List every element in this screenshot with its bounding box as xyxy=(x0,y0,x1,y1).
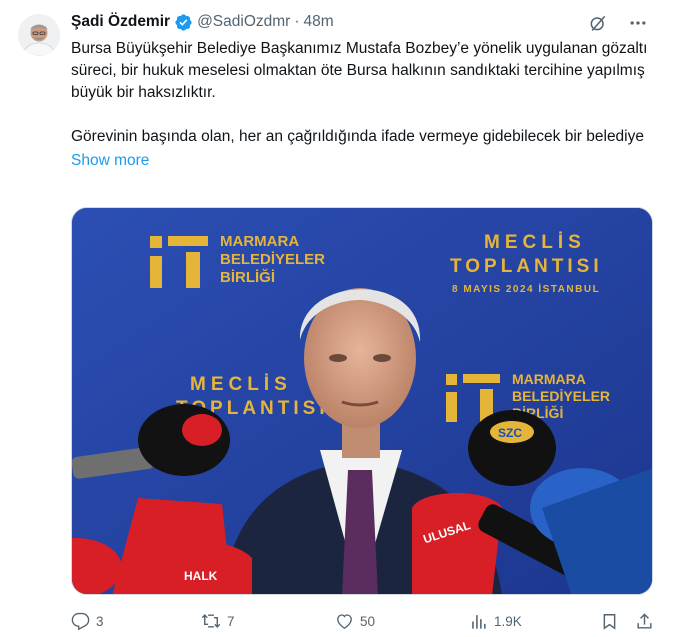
banner-date: 8 MAYIS 2024 İSTANBUL xyxy=(452,282,600,295)
more-icon[interactable] xyxy=(623,10,653,36)
author-name[interactable]: Şadi Özdemir xyxy=(71,13,170,31)
verified-badge-icon xyxy=(174,13,193,32)
banner-org-line3: BİRLİĞİ xyxy=(220,268,275,286)
bookmark-button[interactable] xyxy=(600,612,625,631)
heart-icon xyxy=(337,613,352,629)
grok-icon[interactable] xyxy=(583,10,613,36)
repost-icon xyxy=(201,614,221,628)
tweet-time[interactable]: 48m xyxy=(304,13,334,31)
tweet-header: Şadi Özdemir @SadiOzdmr · 48m xyxy=(71,10,653,34)
banner-org-line2: BELEDİYELER xyxy=(220,251,325,268)
like-count: 50 xyxy=(360,613,376,629)
mic-label-szc: SZC xyxy=(498,426,522,440)
header-icons xyxy=(583,10,653,36)
action-bar: 3 7 50 1.9K xyxy=(71,606,653,636)
reply-icon xyxy=(71,612,90,630)
reply-count: 3 xyxy=(96,613,104,629)
banner-org-line1: MARMARA xyxy=(220,233,299,250)
banner-event-line1: MECLİS xyxy=(484,232,586,253)
repost-button[interactable]: 7 xyxy=(201,611,235,631)
reply-button[interactable]: 3 xyxy=(71,612,104,631)
svg-text:BELEDİYELER: BELEDİYELER xyxy=(512,388,610,404)
avatar[interactable] xyxy=(18,14,60,56)
show-more-link[interactable]: Show more xyxy=(71,150,149,172)
tweet-card[interactable]: Şadi Özdemir @SadiOzdmr · 48m Bursa Büyü… xyxy=(0,0,677,637)
views-count: 1.9K xyxy=(494,613,522,629)
tweet-photo[interactable]: MARMARA BELEDİYELER BİRLİĞİ MECLİS TOPLA… xyxy=(71,207,653,595)
views-icon xyxy=(472,614,486,629)
share-button[interactable] xyxy=(635,612,660,631)
banner-event-line2: TOPLANTISI xyxy=(450,256,603,277)
tweet-content: Şadi Özdemir @SadiOzdmr · 48m Bursa Büyü… xyxy=(71,10,653,172)
author-handle[interactable]: @SadiOzdmr xyxy=(197,13,290,31)
views-button[interactable]: 1.9K xyxy=(469,612,522,631)
svg-text:MECLİS: MECLİS xyxy=(190,374,292,395)
mic-label-halk: HALK xyxy=(184,569,218,583)
tweet-text: Bursa Büyükşehir Belediye Başkanımız Mus… xyxy=(71,40,648,145)
header-separator: · xyxy=(294,13,300,30)
like-button[interactable]: 50 xyxy=(335,612,375,631)
bookmark-icon xyxy=(603,613,616,630)
repost-count: 7 xyxy=(227,613,235,629)
share-icon xyxy=(637,612,652,629)
svg-text:MARMARA: MARMARA xyxy=(512,371,586,387)
